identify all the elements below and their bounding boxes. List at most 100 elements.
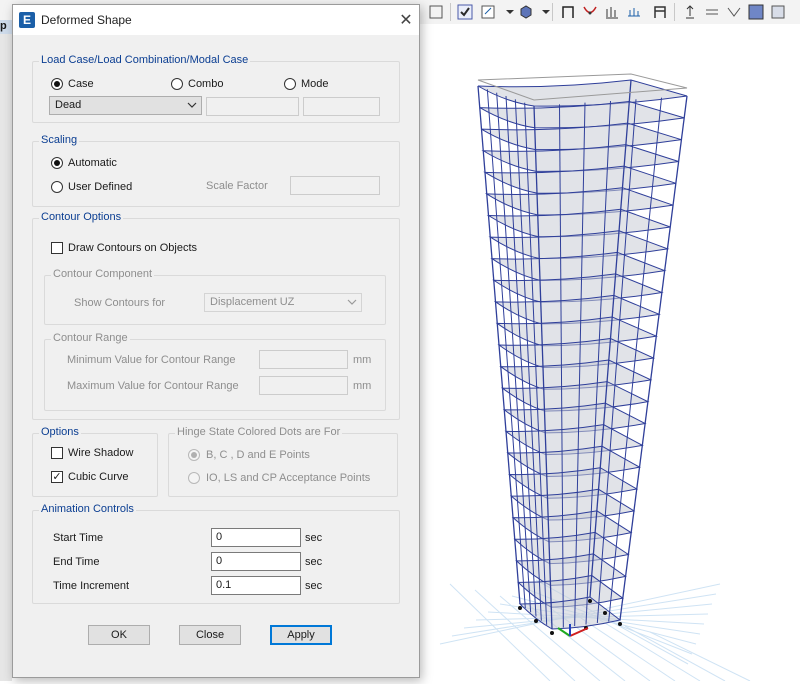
- start-time-input[interactable]: 0: [211, 528, 301, 547]
- title-bar[interactable]: E Deformed Shape ✕: [13, 5, 419, 35]
- time-increment-input[interactable]: 0.1: [211, 576, 301, 595]
- view-settings-icon[interactable]: [768, 2, 788, 22]
- case-label: Case: [68, 78, 94, 90]
- cube-view-icon[interactable]: [516, 2, 536, 22]
- mode-radio[interactable]: [284, 78, 296, 90]
- floor-slab: [481, 122, 682, 151]
- floor-slab: [481, 144, 679, 172]
- rotate-icon[interactable]: [478, 2, 498, 22]
- chevron-down-icon: [347, 299, 357, 305]
- select-icon[interactable]: [455, 2, 475, 22]
- hinge-acceptance-label: IO, LS and CP Acceptance Points: [206, 472, 371, 484]
- end-time-label: End Time: [53, 556, 100, 568]
- wire-shadow-label: Wire Shadow: [68, 447, 134, 459]
- max-range-label: Maximum Value for Contour Range: [67, 380, 239, 392]
- building-model-drawing: [439, 73, 751, 682]
- support-point: [550, 631, 554, 635]
- user-defined-label: User Defined: [68, 181, 133, 193]
- max-range-input[interactable]: [259, 376, 348, 395]
- case-select-value: Dead: [55, 99, 82, 111]
- floor-slab: [486, 208, 671, 238]
- cubic-curve-checkbox[interactable]: ✓: [51, 471, 63, 483]
- force-diagram-icon[interactable]: [624, 2, 644, 22]
- structure-icon[interactable]: [650, 2, 670, 22]
- case-radio[interactable]: [51, 78, 63, 90]
- show-contours-value: Displacement UZ: [210, 296, 295, 308]
- draw-contours-label: Draw Contours on Objects: [68, 242, 197, 254]
- deformed-shape-dialog: E Deformed Shape ✕ Load Case/Load Combin…: [12, 4, 420, 678]
- start-time-label: Start Time: [53, 532, 104, 544]
- hinge-acceptance-radio[interactable]: [188, 472, 200, 484]
- model-viewport[interactable]: [420, 24, 800, 682]
- app-icon-letter: E: [22, 13, 31, 27]
- support-point: [603, 611, 607, 615]
- floor-slab: [490, 251, 667, 281]
- contour-options-group-label: Contour Options: [39, 211, 124, 223]
- support-point: [518, 606, 522, 610]
- chevron-down-icon: [187, 102, 197, 108]
- floor-slab: [484, 187, 674, 216]
- floor-slab: [483, 165, 676, 194]
- options-group: Options: [32, 426, 158, 497]
- base-grid-line: [599, 619, 701, 682]
- animation-controls-group-label: Animation Controls: [39, 503, 136, 515]
- display-options-icon[interactable]: [746, 2, 766, 22]
- draw-contours-checkbox[interactable]: [51, 242, 63, 254]
- user-defined-radio[interactable]: [51, 181, 63, 193]
- hinge-state-group-label: Hinge State Colored Dots are For: [175, 426, 343, 438]
- scale-factor-label: Scale Factor: [206, 180, 268, 192]
- contour-range-group-label: Contour Range: [51, 332, 130, 344]
- hinge-state-group: Hinge State Colored Dots are For: [168, 426, 398, 497]
- support-point: [618, 622, 622, 626]
- floor-slab: [499, 359, 653, 390]
- etabs-app-icon: E: [19, 12, 35, 28]
- dropdown-arrow-icon-2[interactable]: [536, 2, 556, 22]
- frame-icon[interactable]: [558, 2, 578, 22]
- base-grid-line: [624, 625, 726, 682]
- combo-radio[interactable]: [171, 78, 183, 90]
- options-group-label: Options: [39, 426, 81, 438]
- shell-forces-icon[interactable]: [724, 2, 744, 22]
- end-time-value: 0: [216, 555, 223, 567]
- time-increment-label: Time Increment: [53, 580, 130, 592]
- apply-button[interactable]: Apply: [270, 625, 332, 645]
- start-time-value: 0: [216, 531, 223, 543]
- scaling-group-label: Scaling: [39, 134, 80, 146]
- max-range-unit: mm: [353, 380, 372, 392]
- hinge-bcde-radio[interactable]: [188, 449, 200, 461]
- min-range-input[interactable]: [259, 350, 348, 369]
- contour-component-group-label: Contour Component: [51, 268, 155, 280]
- combo-select[interactable]: [206, 97, 299, 116]
- automatic-radio[interactable]: [51, 157, 63, 169]
- toolbar-separator-3: [674, 3, 675, 21]
- wire-shadow-checkbox[interactable]: [51, 447, 63, 459]
- scale-factor-input[interactable]: [290, 176, 380, 195]
- min-range-unit: mm: [353, 354, 372, 366]
- left-strip: [0, 24, 12, 681]
- axis-y-line: [557, 627, 571, 637]
- end-time-input[interactable]: 0: [211, 552, 301, 571]
- floor-slab: [497, 337, 656, 369]
- combo-label: Combo: [188, 78, 224, 90]
- toolbar-button-1[interactable]: [426, 2, 446, 22]
- automatic-label: Automatic: [68, 157, 117, 169]
- case-select[interactable]: Dead: [49, 96, 202, 115]
- show-contours-select[interactable]: Displacement UZ: [204, 293, 362, 312]
- min-range-label: Minimum Value for Contour Range: [67, 354, 236, 366]
- support-point: [534, 619, 538, 623]
- load-display-icon[interactable]: [602, 2, 622, 22]
- cubic-curve-label: Cubic Curve: [68, 471, 129, 483]
- mode-select[interactable]: [303, 97, 380, 116]
- ok-button[interactable]: OK: [88, 625, 150, 645]
- show-contours-label: Show Contours for: [74, 297, 166, 309]
- side-tab-label: p: [0, 20, 7, 32]
- deformed-shape-icon[interactable]: [580, 2, 600, 22]
- floor-slab: [495, 316, 659, 347]
- reactions-icon[interactable]: [680, 2, 700, 22]
- close-icon[interactable]: ✕: [397, 10, 415, 30]
- floor-slab: [477, 79, 688, 107]
- start-time-unit: sec: [305, 532, 323, 544]
- side-tab[interactable]: p: [0, 20, 12, 34]
- springs-icon[interactable]: [702, 2, 722, 22]
- close-button[interactable]: Close: [179, 625, 241, 645]
